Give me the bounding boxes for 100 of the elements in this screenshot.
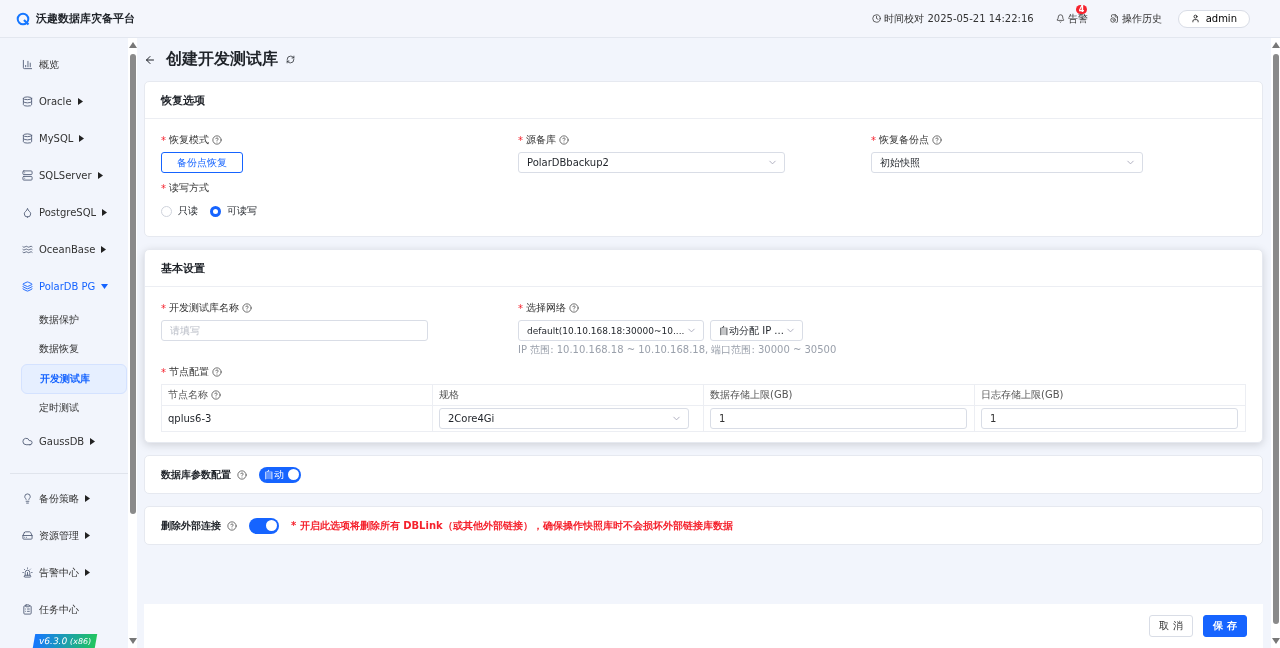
field-label: 源备库 xyxy=(526,133,556,147)
nav-icon xyxy=(22,133,33,144)
caret-right-icon xyxy=(79,135,85,142)
caret-right-icon xyxy=(85,495,90,502)
nav-icon xyxy=(22,530,33,541)
nav-item[interactable]: 概览 xyxy=(0,46,118,83)
nav-icon xyxy=(22,59,33,70)
help-icon xyxy=(227,520,237,531)
nav-item[interactable]: 任务中心 xyxy=(0,591,118,628)
scroll-up-icon[interactable] xyxy=(1271,42,1280,48)
field-label: 读写方式 xyxy=(169,181,209,195)
column-header: 数据存储上限(GB) xyxy=(703,384,975,406)
cancel-button[interactable]: 取 消 xyxy=(1149,615,1193,637)
network-hint: IP 范围: 10.10.168.18 ~ 10.10.168.18, 端口范围: 30000 ~ 30500 xyxy=(518,343,838,357)
clock-icon xyxy=(872,14,882,23)
version-badge: v6.3.0(x86) xyxy=(32,634,98,648)
user-icon xyxy=(1190,14,1200,23)
data-limit-input[interactable]: 1 xyxy=(710,408,967,429)
nav-icon xyxy=(22,207,33,218)
required-mark: * xyxy=(161,366,166,378)
warning-text: * 开启此选项将删除所有 DBLink（或其他外部链接），确保操作快照库时不会损坏外部链接库数据 xyxy=(291,518,733,533)
nav-icon xyxy=(22,604,33,615)
help-icon xyxy=(242,303,252,313)
nav-icon xyxy=(22,170,33,181)
field-label: 节点配置 xyxy=(169,365,209,379)
table-cell: qplus6-3 xyxy=(161,405,433,432)
caret-right-icon xyxy=(97,172,103,179)
caret-right-icon xyxy=(101,246,107,253)
help-icon xyxy=(211,390,221,400)
section-title: 基本设置 xyxy=(145,250,1262,287)
logo-icon xyxy=(16,11,30,26)
params-toggle[interactable]: 自动 xyxy=(259,466,301,483)
column-header: 节点名称 xyxy=(161,384,433,406)
required-mark: * xyxy=(871,134,876,146)
scroll-down-icon[interactable] xyxy=(128,638,137,644)
field-label: 恢复备份点 xyxy=(879,133,929,147)
section-title: 恢复选项 xyxy=(145,82,1262,119)
nav-subitem[interactable]: 数据保护 xyxy=(21,305,127,335)
nav-item[interactable]: MySQL xyxy=(0,120,118,157)
alert-count-badge: 4 xyxy=(1075,4,1088,14)
restore-mode-button[interactable]: 备份点恢复 xyxy=(161,152,243,173)
network-select[interactable]: default(10.10.168.18:30000~10.... xyxy=(518,320,704,341)
nav-item[interactable]: 备份策略 xyxy=(0,480,118,517)
nav-item[interactable]: 告警中心 xyxy=(0,554,118,591)
save-button[interactable]: 保 存 xyxy=(1203,615,1247,637)
nav-item[interactable]: PostgreSQL xyxy=(0,194,118,231)
nav-icon xyxy=(22,96,33,107)
dblink-toggle[interactable] xyxy=(249,517,279,534)
nav-item[interactable]: SQLServer xyxy=(0,157,118,194)
nav-icon xyxy=(22,567,33,578)
time-calibration: 时间校对 2025-05-21 14:22:16 xyxy=(884,11,1034,26)
radio-icon[interactable] xyxy=(210,205,221,217)
nav-item[interactable]: Oracle xyxy=(0,83,118,120)
backup-point-select[interactable]: 初始快照 xyxy=(871,152,1143,173)
required-mark: * xyxy=(161,182,166,194)
nav-item[interactable]: PolarDB PG xyxy=(0,268,118,305)
log-limit-input[interactable]: 1 xyxy=(981,408,1238,429)
nav-subitem[interactable]: 开发测试库 xyxy=(21,364,127,394)
field-label: 开发测试库名称 xyxy=(169,301,239,315)
help-icon xyxy=(932,135,942,145)
column-header: 日志存储上限(GB) xyxy=(974,384,1246,406)
dblink-label: 删除外部连接 xyxy=(161,518,221,533)
nav-item[interactable]: GaussDB xyxy=(0,423,118,460)
radio-option[interactable]: 可读写 xyxy=(210,204,257,218)
help-icon xyxy=(237,469,247,480)
nav-item[interactable]: OceanBase xyxy=(0,231,118,268)
user-button[interactable]: admin xyxy=(1177,9,1250,28)
caret-right-icon xyxy=(85,532,90,539)
help-icon xyxy=(559,135,569,145)
page-title: 创建开发测试库 xyxy=(166,49,278,70)
radio-option[interactable]: 只读 xyxy=(161,204,198,218)
history-icon[interactable] xyxy=(1109,14,1119,23)
help-icon xyxy=(212,367,222,377)
caret-right-icon xyxy=(90,438,96,445)
help-icon xyxy=(212,135,222,145)
scroll-up-icon[interactable] xyxy=(128,42,137,48)
scroll-down-icon[interactable] xyxy=(1271,638,1280,644)
caret-right-icon xyxy=(85,569,90,576)
required-mark: * xyxy=(161,302,166,314)
required-mark: * xyxy=(161,134,166,146)
back-icon[interactable] xyxy=(144,53,156,66)
required-mark: * xyxy=(518,302,523,314)
history-link[interactable]: 操作历史 xyxy=(1121,11,1162,26)
alerts-link[interactable]: 告警 xyxy=(1067,11,1088,26)
nav-item[interactable]: 资源管理 xyxy=(0,517,118,554)
required-mark: * xyxy=(518,134,523,146)
field-label: 恢复模式 xyxy=(169,133,209,147)
spec-select[interactable]: 2Core4Gi xyxy=(439,408,689,429)
column-header: 规格 xyxy=(432,384,704,406)
ip-mode-select[interactable]: 自动分配 IP ... xyxy=(710,320,803,341)
source-select[interactable]: PolarDBbackup2 xyxy=(518,152,785,173)
params-label: 数据库参数配置 xyxy=(161,467,231,482)
caret-right-icon xyxy=(102,209,108,216)
refresh-icon[interactable] xyxy=(286,55,295,64)
nav-icon xyxy=(22,436,33,447)
nav-subitem[interactable]: 定时测试 xyxy=(21,393,127,423)
nav-subitem[interactable]: 数据恢复 xyxy=(21,334,127,364)
caret-right-icon xyxy=(77,98,83,105)
bell-icon[interactable] xyxy=(1055,14,1065,23)
caret-down-icon xyxy=(101,284,109,289)
